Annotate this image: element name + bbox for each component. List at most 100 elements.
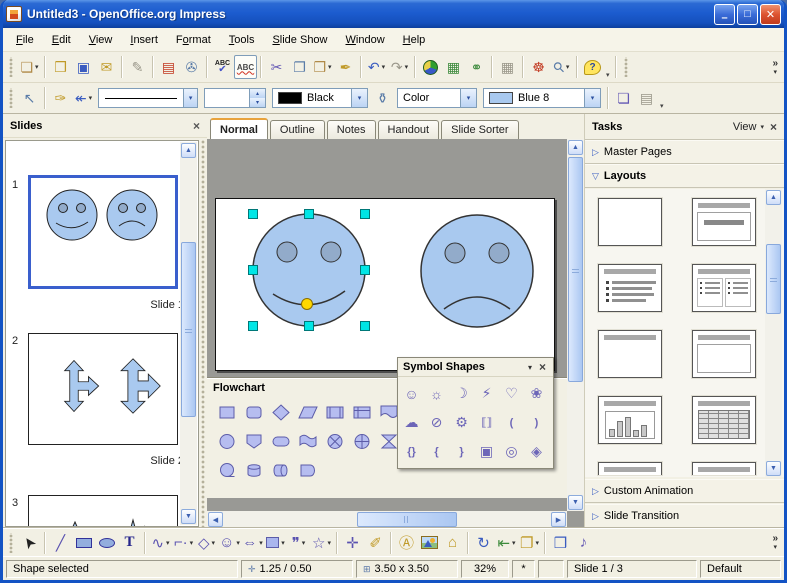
text-tool[interactable]: T <box>118 531 141 555</box>
scrollbar-thumb[interactable] <box>766 244 781 314</box>
flowchart-connector-icon[interactable] <box>213 426 240 455</box>
line-width-spinner[interactable]: ▴▾ <box>204 88 266 108</box>
menu-view[interactable]: View <box>80 31 122 49</box>
rectangle-tool[interactable] <box>72 531 95 555</box>
toolbar-overflow[interactable]: »▾ <box>772 59 778 76</box>
layout-option-partial[interactable] <box>598 462 662 475</box>
ellipse-tool[interactable] <box>95 531 118 555</box>
slides-panel-close-icon[interactable]: × <box>193 119 200 133</box>
scrollbar-thumb[interactable] <box>181 242 196 417</box>
edit-file-button[interactable]: ✎ <box>126 55 149 79</box>
zoom-button[interactable]: ⚲▾ <box>550 55 573 79</box>
canvas-vertical-scrollbar[interactable]: ▲ ▼ <box>567 139 584 511</box>
connector-tool[interactable]: ⌐·▾ <box>172 531 195 555</box>
menu-insert[interactable]: Insert <box>121 31 167 49</box>
toolbar-grip[interactable] <box>8 533 15 553</box>
symbol-sun-icon[interactable]: ☼ <box>424 379 449 408</box>
fontwork-button[interactable]: Ⓐ <box>395 531 418 555</box>
layout-option-blank[interactable] <box>598 198 662 246</box>
toolbar-grip[interactable] <box>8 57 15 77</box>
layout-option-title-empty-content[interactable] <box>692 330 756 378</box>
export-pdf-button[interactable]: ▤ <box>157 55 180 79</box>
canvas-horizontal-scrollbar[interactable]: ◀ ▶ <box>207 511 567 528</box>
paste-button[interactable]: ❒▾ <box>311 55 334 79</box>
flowchart-predefined-process-icon[interactable] <box>321 397 348 426</box>
slide-3-thumbnail[interactable] <box>28 495 178 527</box>
flowchart-sequential-access-icon[interactable] <box>213 455 240 484</box>
print-button[interactable]: ✇ <box>180 55 203 79</box>
autospellcheck-toggle[interactable]: ABC <box>234 55 257 79</box>
toolbar-overflow[interactable]: »▾ <box>772 534 778 551</box>
section-layouts[interactable]: ▽ Layouts <box>585 164 784 188</box>
line-color-combo[interactable]: Black ▾ <box>272 88 368 108</box>
minimize-button[interactable]: – <box>714 4 735 25</box>
slides-scrollbar[interactable]: ▲ ▼ <box>180 142 197 525</box>
line-style-combo[interactable]: ▾ <box>98 88 198 108</box>
scroll-up-arrow[interactable]: ▲ <box>568 140 583 155</box>
fill-color-dropdown[interactable]: ▾ <box>584 89 600 107</box>
tab-handout[interactable]: Handout <box>378 120 440 139</box>
curve-tool[interactable]: ∿▾ <box>149 531 172 555</box>
fill-style-button[interactable]: ⚱ <box>371 86 394 110</box>
open-button[interactable]: ❒ <box>49 55 72 79</box>
flowchart-direct-access-storage-icon[interactable] <box>267 455 294 484</box>
edit-points-mode-button[interactable]: ↖ <box>18 86 41 110</box>
redo-button[interactable]: ↷▾ <box>388 55 411 79</box>
menu-tools[interactable]: Tools <box>220 31 264 49</box>
scroll-down-arrow[interactable]: ▼ <box>568 495 583 510</box>
symbol-prohibited-icon[interactable]: ⊘ <box>424 408 449 437</box>
alignment-button[interactable]: ⇤▾ <box>495 531 518 555</box>
symbol-left-brace-icon[interactable]: { <box>424 437 449 466</box>
menu-slideshow[interactable]: Slide Show <box>263 31 336 49</box>
arrow-style-button[interactable]: ↞▾ <box>72 86 95 110</box>
title-bar[interactable]: Untitled3 - OpenOffice.org Impress – □ ✕ <box>0 0 787 28</box>
symbol-smiley-icon[interactable]: ☺ <box>399 379 424 408</box>
symbol-heart-icon[interactable]: ♡ <box>499 379 524 408</box>
symbol-left-bracket-icon[interactable]: ( <box>499 408 524 437</box>
flowchart-process-icon[interactable] <box>213 397 240 426</box>
width-down-arrow[interactable]: ▾ <box>250 98 265 107</box>
insert-picture-button[interactable] <box>418 531 441 555</box>
scrollbar-thumb[interactable] <box>357 512 457 527</box>
glue-points-button[interactable]: ✐ <box>364 531 387 555</box>
hyperlink-button[interactable]: ⚭ <box>465 55 488 79</box>
callouts-tool[interactable]: ❞▾ <box>287 531 310 555</box>
help-button[interactable]: ? <box>581 55 604 79</box>
line-tool[interactable]: ╱ <box>49 531 72 555</box>
scroll-down-arrow[interactable]: ▼ <box>181 509 196 524</box>
extrusion-button[interactable]: ❒ <box>549 531 572 555</box>
zoom-level-field[interactable]: 32% <box>461 560 509 578</box>
symbol-right-bracket-icon[interactable]: ) <box>524 408 549 437</box>
toolbar-options-arrow[interactable]: ▾ <box>606 71 610 79</box>
tasks-view-menu[interactable]: View <box>733 121 757 133</box>
toolbar-grip[interactable] <box>8 88 15 108</box>
symbol-diamond-bevel-icon[interactable]: ◈ <box>524 437 549 466</box>
fill-color-combo[interactable]: Blue 8 ▾ <box>483 88 601 108</box>
undo-button[interactable]: ↶▾ <box>365 55 388 79</box>
chart-button[interactable] <box>419 55 442 79</box>
line-color-dropdown[interactable]: ▾ <box>351 89 367 107</box>
section-custom-animation[interactable]: ▷ Custom Animation <box>585 479 784 503</box>
stars-tool[interactable]: ☆▾ <box>310 531 333 555</box>
crop-picture-button[interactable]: ▤ <box>635 86 658 110</box>
page-style-field[interactable]: Default <box>700 560 781 578</box>
flowchart-internal-storage-icon[interactable] <box>348 397 375 426</box>
cut-button[interactable]: ✂ <box>265 55 288 79</box>
tab-outline[interactable]: Outline <box>270 120 325 139</box>
scroll-right-arrow[interactable]: ▶ <box>551 512 566 527</box>
slide-page[interactable] <box>215 198 555 371</box>
symbol-double-brace-icon[interactable]: {} <box>399 437 424 466</box>
menu-edit[interactable]: Edit <box>43 31 80 49</box>
scroll-up-arrow[interactable]: ▲ <box>766 190 781 205</box>
maximize-button[interactable]: □ <box>737 4 758 25</box>
scrollbar-thumb[interactable] <box>568 157 583 382</box>
adjustment-handle[interactable] <box>302 299 313 310</box>
tasks-view-dropdown-icon[interactable]: ▾ <box>760 123 764 131</box>
symbol-octagon-bevel-icon[interactable]: ◎ <box>499 437 524 466</box>
menu-help[interactable]: Help <box>394 31 435 49</box>
tab-slide-sorter[interactable]: Slide Sorter <box>441 120 518 139</box>
save-button[interactable]: ▣ <box>72 55 95 79</box>
flowchart-data-icon[interactable] <box>294 397 321 426</box>
symbol-square-bevel-icon[interactable]: ▣ <box>474 437 499 466</box>
layout-option-two-content[interactable] <box>692 264 756 312</box>
